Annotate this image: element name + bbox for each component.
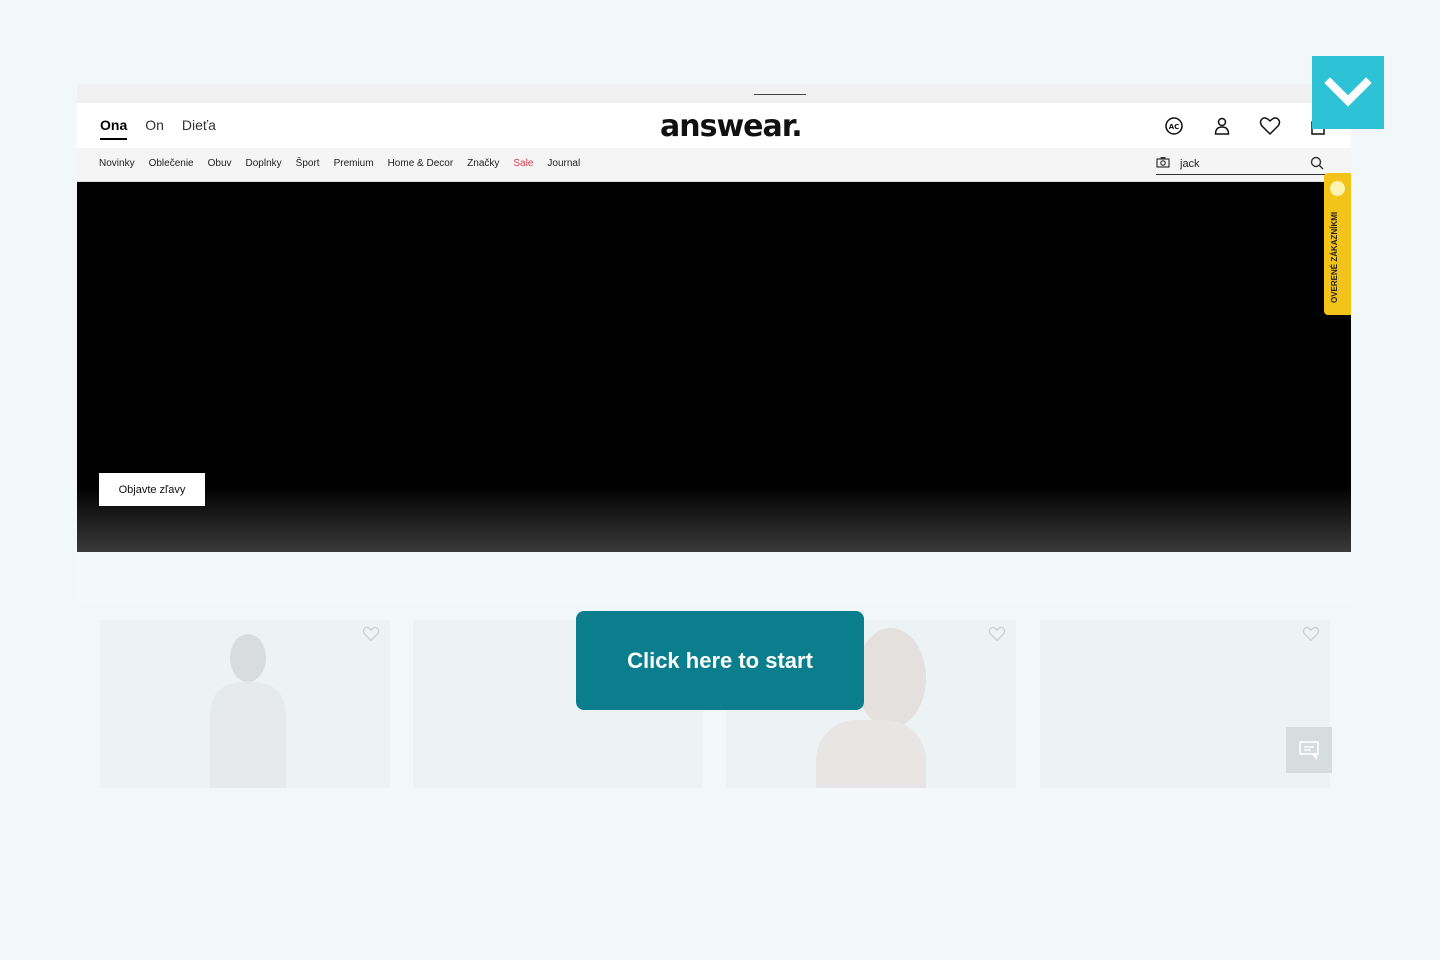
product-image-body	[210, 682, 286, 788]
wishlist-heart-icon[interactable]	[1302, 626, 1320, 647]
wishlist-heart-icon[interactable]	[362, 626, 380, 647]
fade-overlay	[77, 552, 1351, 604]
nav-item-home-decor[interactable]: Home & Decor	[388, 158, 454, 169]
nav-item-novinky[interactable]: Novinky	[99, 158, 135, 169]
user-icon[interactable]	[1209, 114, 1235, 138]
nav-item-sport[interactable]: Šport	[296, 158, 320, 169]
gender-tabs: Ona On Dieťa	[100, 117, 216, 140]
start-button[interactable]: Click here to start	[576, 611, 864, 710]
page-frame: Ona On Dieťa answear. AC Novinky Oblečen…	[77, 84, 1351, 604]
verified-badge[interactable]: OVERENÉ ZÁKAZNÍKMI	[1324, 173, 1351, 315]
svg-text:AC: AC	[1169, 123, 1180, 131]
nav-item-journal[interactable]: Journal	[547, 158, 580, 169]
nav-item-premium[interactable]: Premium	[334, 158, 374, 169]
nav-item-znacky[interactable]: Značky	[467, 158, 499, 169]
chat-icon	[1299, 741, 1319, 760]
ac-icon[interactable]: AC	[1161, 114, 1187, 138]
tab-on[interactable]: On	[145, 117, 164, 140]
camera-icon[interactable]	[1156, 155, 1170, 173]
wishlist-heart-icon[interactable]	[988, 626, 1006, 647]
top-strip	[77, 84, 1351, 103]
tab-ona[interactable]: Ona	[100, 117, 128, 140]
badge-seal-icon	[1330, 181, 1345, 196]
product-image-body	[816, 720, 926, 788]
nav-item-oblecenie[interactable]: Oblečenie	[149, 158, 194, 169]
nav-item-doplnky[interactable]: Doplnky	[246, 158, 282, 169]
discover-sales-button[interactable]: Objavte zľavy	[99, 473, 205, 506]
nav-item-sale[interactable]: Sale	[513, 158, 533, 169]
logo[interactable]: answear.	[660, 109, 803, 144]
badge-label: OVERENÉ ZÁKAZNÍKMI	[1330, 211, 1339, 303]
search-input[interactable]	[1178, 157, 1302, 171]
search-box	[1156, 154, 1328, 175]
nav-item-obuv[interactable]: Obuv	[208, 158, 232, 169]
site-header: Ona On Dieťa answear. AC	[77, 103, 1351, 148]
collapse-button[interactable]	[1312, 56, 1384, 129]
heart-icon[interactable]	[1257, 114, 1283, 138]
header-icons: AC	[1161, 114, 1331, 138]
main-nav: Novinky Oblečenie Obuv Doplnky Šport Pre…	[77, 148, 1351, 182]
product-image	[230, 634, 266, 682]
chevron-down-icon	[1324, 76, 1372, 107]
hero-banner: Objavte zľavy	[77, 182, 1351, 552]
tab-dieta[interactable]: Dieťa	[182, 117, 216, 140]
chat-button[interactable]	[1286, 727, 1332, 773]
nav-items: Novinky Oblečenie Obuv Doplnky Šport Pre…	[99, 158, 580, 169]
product-card[interactable]	[100, 620, 390, 788]
search-icon[interactable]	[1310, 156, 1324, 175]
product-image	[856, 628, 926, 728]
